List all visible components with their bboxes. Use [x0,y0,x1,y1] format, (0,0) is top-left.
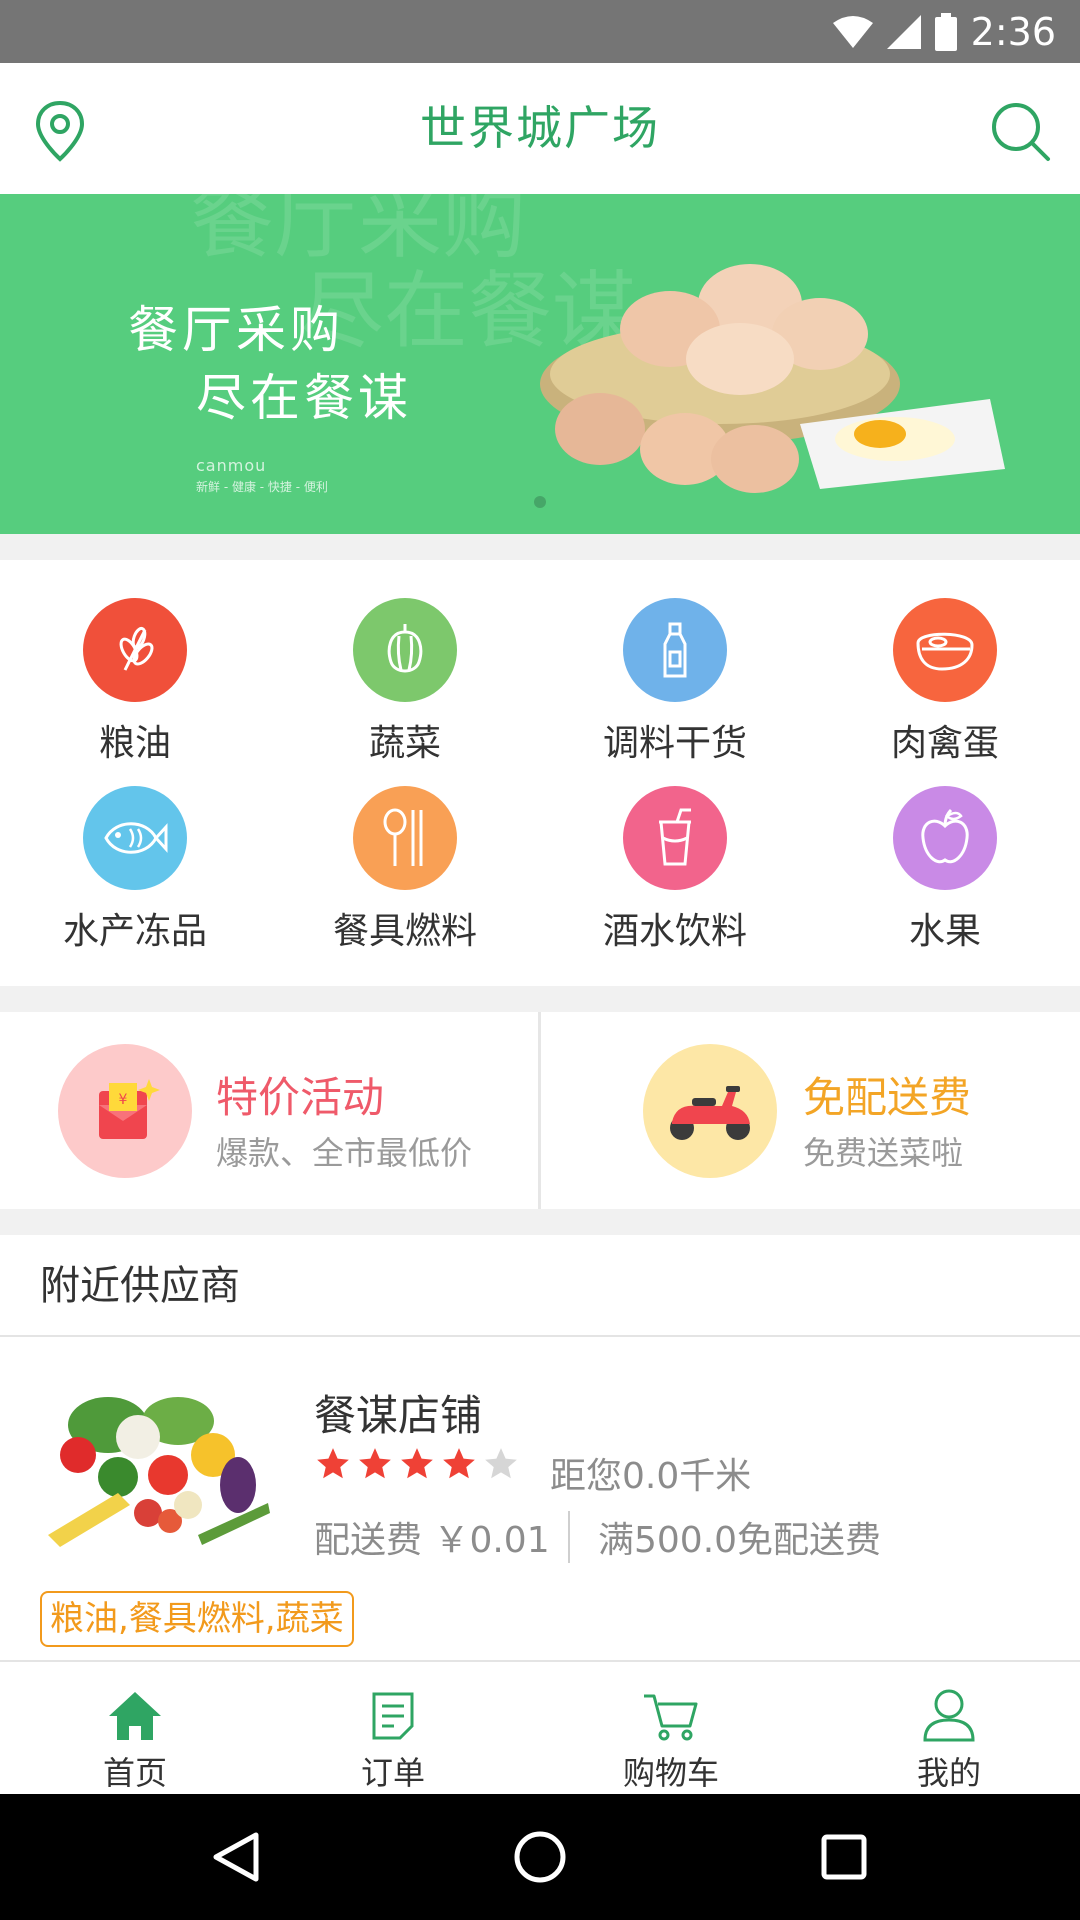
tab-profile[interactable]: 我的 [814,1662,1080,1796]
nearby-suppliers: 附近供应商 餐谋店铺 距您0.0千米 配送费 ￥0.01 满500.0免配送费 … [0,1235,1080,1660]
pepper-icon [353,598,457,702]
page-title: 世界城广场 [420,101,660,155]
category-meat-eggs[interactable]: 肉禽蛋 [810,598,1080,768]
cutlery-icon [353,786,457,890]
star-filled-icon [443,1448,475,1479]
category-label: 水果 [908,911,981,952]
category-label: 调料干货 [602,723,747,764]
star-filled-icon [359,1448,391,1479]
signal-icon [886,14,921,49]
clock: 2:36 [970,9,1056,54]
category-fruit[interactable]: 水果 [810,786,1080,956]
fish-icon [83,786,187,890]
tab-label: 首页 [102,1754,167,1792]
banner-brand: canmou [196,456,267,475]
star-filled-icon [401,1448,433,1479]
home-icon [109,1692,161,1740]
battery-icon [934,12,957,51]
promo-free-delivery[interactable]: 免配送费 免费送菜啦 [541,1012,1080,1209]
recents-button[interactable] [784,1794,904,1920]
search-icon[interactable] [988,99,1052,163]
app-bar: 世界城广场 [0,63,1080,194]
system-navigation-bar [0,1794,1080,1920]
drink-icon [623,786,727,890]
wifi-icon [832,15,873,48]
store-category-tags: 粮油,餐具燃料,蔬菜 [40,1591,354,1647]
promo-section: ¥ 特价活动 爆款、全市最低价 免配送费 免费送菜啦 [0,1012,1080,1209]
bottle-icon [623,598,727,702]
vegetables-thumbnail [48,1397,270,1547]
banner-slogan: 新鲜 - 健康 - 快捷 - 便利 [196,480,328,494]
free-delivery-threshold: 满500.0免配送费 [598,1520,882,1561]
back-triangle-icon [213,1832,259,1882]
category-label: 蔬菜 [368,723,441,764]
star-empty-icon [485,1448,517,1479]
home-circle-icon [514,1831,566,1883]
category-grid: 粮油 蔬菜 调料干货 肉禽蛋 水产冻品 餐具燃料 酒水饮料 水果 [0,560,1080,986]
grain-icon [83,598,187,702]
category-label: 餐具燃料 [332,911,477,952]
category-seafood[interactable]: 水产冻品 [0,786,270,956]
carousel-indicator[interactable] [534,496,546,508]
category-label: 酒水饮料 [602,911,747,952]
meat-icon [893,598,997,702]
category-label: 肉禽蛋 [890,723,999,764]
back-button[interactable] [176,1794,296,1920]
recents-square-icon [821,1834,867,1880]
category-seasoning[interactable]: 调料干货 [540,598,810,768]
category-tableware-fuel[interactable]: 餐具燃料 [270,786,540,956]
banner-headline-2: 尽在餐谋 [196,369,412,427]
category-label: 粮油 [98,723,171,764]
status-bar: 2:36 [0,0,1080,63]
category-label: 水产冻品 [62,911,207,952]
section-heading: 附近供应商 [0,1235,1080,1337]
category-drinks[interactable]: 酒水饮料 [540,786,810,956]
category-vegetables[interactable]: 蔬菜 [270,598,540,768]
star-filled-icon [317,1448,349,1479]
home-button[interactable] [480,1794,600,1920]
tab-orders[interactable]: 订单 [258,1662,528,1796]
store-rating [314,1445,520,1483]
cart-icon [644,1694,698,1741]
apple-icon [893,786,997,890]
red-envelope-icon: ¥ [58,1044,192,1178]
store-name: 餐谋店铺 [314,1391,483,1440]
svg-text:¥: ¥ [119,1092,128,1108]
tab-cart[interactable]: 购物车 [536,1662,806,1796]
banner-headline-1: 餐厅采购 [128,301,344,359]
tab-label: 订单 [360,1754,425,1792]
fee-divider [568,1511,570,1563]
category-grain-oil[interactable]: 粮油 [0,598,270,768]
order-icon [372,1692,414,1740]
store-distance: 距您0.0千米 [550,1456,752,1497]
bottom-tab-bar: 首页 订单 购物车 我的 [0,1660,1080,1794]
user-icon [923,1689,975,1742]
tab-label: 我的 [916,1754,981,1792]
promo-subtitle: 免费送菜啦 [803,1134,964,1172]
tab-label: 购物车 [622,1754,719,1792]
tab-home[interactable]: 首页 [0,1662,270,1796]
promo-banner[interactable]: 餐厅采购 尽在餐谋 餐厅采购 尽在餐谋 canmou 新鲜 - 健康 - 快捷 … [0,194,1080,534]
scooter-icon [643,1044,777,1178]
eggs-basket-illustration [540,264,1005,493]
promo-title: 特价活动 [216,1073,385,1122]
promo-title: 免配送费 [803,1073,972,1122]
promo-subtitle: 爆款、全市最低价 [216,1134,473,1172]
promo-special-offer[interactable]: ¥ 特价活动 爆款、全市最低价 [0,1012,539,1209]
delivery-fee: 配送费 ￥0.01 [314,1520,550,1561]
